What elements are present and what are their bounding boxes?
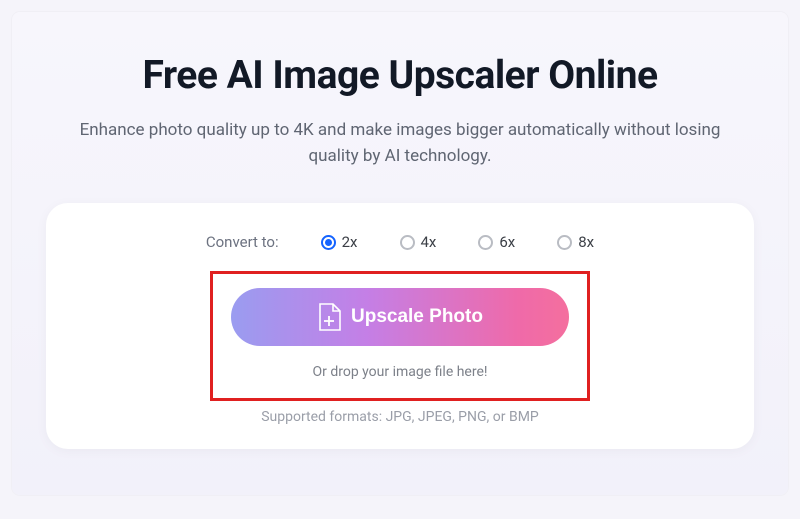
convert-label: Convert to: <box>206 233 279 251</box>
upload-card: Convert to: 2x 4x 6x 8x <box>46 203 754 449</box>
drop-zone-text[interactable]: Or drop your image file here! <box>231 364 569 380</box>
page-title: Free AI Image Upscaler Online <box>46 52 754 98</box>
radio-label-text: 2x <box>342 233 358 251</box>
convert-radio-group: Convert to: 2x 4x 6x 8x <box>86 233 714 251</box>
radio-label-text: 6x <box>499 233 515 251</box>
app-panel: Free AI Image Upscaler Online Enhance ph… <box>12 12 788 495</box>
radio-label-text: 4x <box>421 233 437 251</box>
radio-option-4x[interactable]: 4x <box>400 233 437 251</box>
radio-icon <box>400 235 415 250</box>
radio-label-text: 8x <box>578 233 594 251</box>
upscale-photo-button[interactable]: Upscale Photo <box>231 288 569 346</box>
add-file-icon <box>317 303 341 331</box>
radio-icon <box>321 235 336 250</box>
upscale-button-label: Upscale Photo <box>351 306 483 328</box>
supported-formats-text: Supported formats: JPG, JPEG, PNG, or BM… <box>86 409 714 425</box>
page-subtitle: Enhance photo quality up to 4K and make … <box>70 118 730 169</box>
radio-icon <box>478 235 493 250</box>
upload-highlight: Upscale Photo Or drop your image file he… <box>210 271 590 401</box>
radio-icon <box>557 235 572 250</box>
radio-option-6x[interactable]: 6x <box>478 233 515 251</box>
radio-option-2x[interactable]: 2x <box>321 233 358 251</box>
radio-option-8x[interactable]: 8x <box>557 233 594 251</box>
